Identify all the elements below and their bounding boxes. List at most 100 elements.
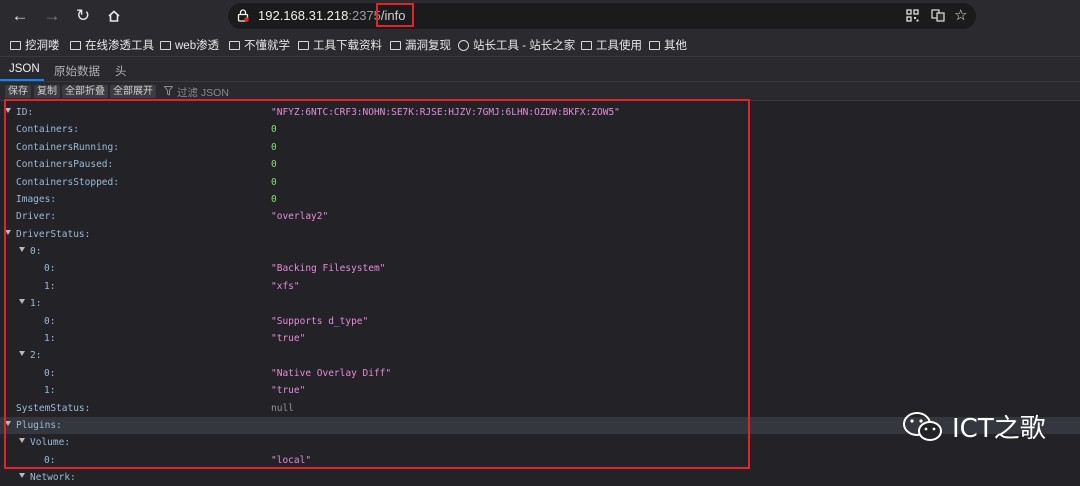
json-key: ID: [16,107,34,118]
json-row[interactable]: Driver: "overlay2" [0,208,1080,225]
folder-icon [298,40,309,50]
bookmark-folder[interactable]: 在线渗透工具 [70,37,154,53]
bookmark-label: 工具使用 [596,40,642,52]
bookmark-folder[interactable]: web渗透 [160,37,219,53]
viewer-tabs: JSON 原始数据 头 [0,57,1080,82]
folder-icon [649,40,660,50]
bookmark-folder[interactable]: 工具下载资料 [298,37,382,53]
json-row[interactable]: 1: [0,295,1080,312]
json-key: 0: [30,246,42,257]
json-value: "Backing Filesystem" [271,263,386,274]
json-row[interactable]: 0: "Native Overlay Diff" [0,365,1080,382]
tab-headers[interactable]: 头 [115,63,127,79]
json-row[interactable]: 1: "xfs" [0,278,1080,295]
bookmark-folder[interactable]: 漏洞复现 [390,37,451,53]
json-value: "true" [271,333,306,344]
json-value: "NFYZ:6NTC:CRF3:NOHN:SE7K:RJSE:HJZV:7GMJ… [271,107,620,118]
json-row[interactable]: 0: [0,243,1080,260]
expand-arrow-icon[interactable] [5,421,11,426]
bookmark-folder[interactable]: 工具使用 [581,37,642,53]
expand-arrow-icon[interactable] [19,438,25,443]
folder-icon [229,40,240,50]
json-key: 0: [44,368,56,379]
folder-icon [160,40,171,50]
bookmark-folder[interactable]: 其他 [649,37,687,53]
json-row[interactable]: ContainersRunning: 0 [0,139,1080,156]
json-row[interactable]: ID: "NFYZ:6NTC:CRF3:NOHN:SE7K:RJSE:HJZV:… [0,104,1080,121]
json-row[interactable]: ContainersPaused: 0 [0,156,1080,173]
collapse-all-button[interactable]: 全部折叠 [62,85,108,98]
expand-arrow-icon[interactable] [5,230,11,235]
json-key: Volume: [30,437,71,448]
expand-arrow-icon[interactable] [19,299,25,304]
json-row[interactable]: DriverStatus: [0,226,1080,243]
bookmark-folder[interactable]: 不懂就学 [229,37,290,53]
bookmark-label: web渗透 [175,40,220,52]
reload-icon[interactable]: ↻ [71,4,95,28]
browser-toolbar: ← → ↻ 192.168.31.218:2375/info ☆ [0,0,1080,32]
url-path-highlight [376,3,414,27]
json-key: ContainersPaused: [16,159,114,170]
bookmark-star-icon[interactable]: ☆ [954,6,967,24]
folder-icon [70,40,81,50]
translate-icon[interactable] [931,9,945,27]
json-key: ContainersRunning: [16,142,119,153]
json-key: SystemStatus: [16,403,91,414]
expand-arrow-icon[interactable] [19,247,25,252]
bookmark-label: 在线渗透工具 [85,40,154,52]
save-button[interactable]: 保存 [5,85,31,98]
folder-icon [390,40,401,50]
json-key: 1: [44,333,56,344]
json-key: 1: [44,281,56,292]
json-row[interactable]: 0: "local" [0,452,1080,469]
json-row[interactable]: 2: [0,347,1080,364]
json-row[interactable]: 1: "true" [0,382,1080,399]
json-row[interactable]: Network: [0,469,1080,486]
bookmark-label: 挖洞喽 [25,40,60,52]
json-row[interactable]: 0: "Supports d_type" [0,313,1080,330]
json-key: DriverStatus: [16,229,91,240]
json-row[interactable]: Containers: 0 [0,121,1080,138]
back-arrow-icon[interactable]: ← [8,4,32,28]
json-value: null [271,403,294,414]
json-value: 0 [271,159,277,170]
json-key: 1: [30,298,42,309]
folder-icon [581,40,592,50]
qr-code-icon[interactable] [906,9,919,27]
filter-icon [163,86,174,99]
json-key: Plugins: [16,420,62,431]
tab-json[interactable]: JSON [9,63,40,75]
json-key: Driver: [16,211,57,222]
globe-icon [458,39,469,51]
copy-button[interactable]: 复制 [34,85,60,98]
json-value: "xfs" [271,281,300,292]
wechat-logo-icon [902,410,944,444]
active-tab-indicator [0,79,44,81]
json-value: "true" [271,385,306,396]
expand-all-button[interactable]: 全部展开 [110,85,156,98]
json-key: 2: [30,350,42,361]
filter-placeholder: 过滤 JSON [177,87,229,99]
tab-raw-data[interactable]: 原始数据 [54,63,100,79]
forward-arrow-icon[interactable]: → [40,4,64,28]
json-row[interactable]: 0: "Backing Filesystem" [0,260,1080,277]
insecure-lock-icon[interactable] [237,9,249,27]
expand-arrow-icon[interactable] [19,473,25,478]
home-icon[interactable] [102,4,126,28]
json-row[interactable]: Images: 0 [0,191,1080,208]
expand-arrow-icon[interactable] [19,351,25,356]
json-key: ContainersStopped: [16,177,119,188]
bookmark-link[interactable]: 站长工具 - 站长之家 [458,37,575,53]
json-value: 0 [271,142,277,153]
watermark-text: ICT之歌 [952,414,1046,444]
json-key: 0: [44,263,56,274]
bookmarks-bar: 挖洞喽 在线渗透工具 web渗透 不懂就学 工具下载资料 漏洞复现 站长工具 -… [0,32,1080,57]
json-row[interactable]: 1: "true" [0,330,1080,347]
bookmark-folder[interactable]: 挖洞喽 [10,37,60,53]
bookmark-label: 工具下载资料 [313,40,382,52]
expand-arrow-icon[interactable] [5,108,11,113]
address-bar[interactable]: 192.168.31.218:2375/info ☆ [228,3,976,29]
filter-json-input[interactable]: 过滤 JSON [163,85,229,100]
json-key: 1: [44,385,56,396]
json-row[interactable]: ContainersStopped: 0 [0,174,1080,191]
